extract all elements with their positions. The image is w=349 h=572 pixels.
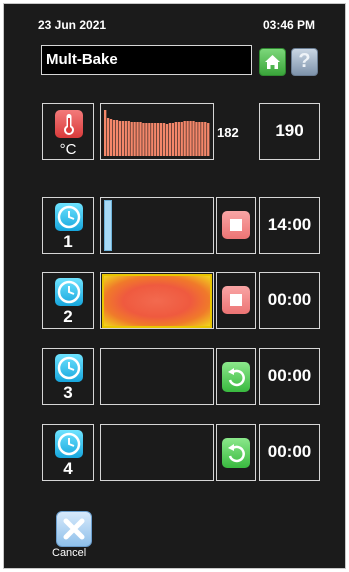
timer-number: 3	[63, 383, 73, 402]
temperature-history-bar	[180, 122, 183, 156]
temperature-history-bar	[145, 123, 148, 156]
timer-1-stop-button[interactable]	[222, 211, 250, 239]
temperature-history-bar	[207, 123, 210, 156]
timer-1-control	[216, 197, 256, 254]
temperature-history-bar	[157, 123, 160, 156]
timer-3-control	[216, 348, 256, 405]
timer-1-label-box: 1	[42, 197, 94, 254]
temperature-history-bar	[115, 120, 119, 156]
timer-time: 00:00	[267, 442, 312, 461]
temperature-history-bar	[183, 121, 186, 156]
timer-number: 2	[63, 307, 73, 326]
temperature-setpoint[interactable]: 190	[259, 103, 320, 160]
timer-progress-fill	[104, 200, 112, 251]
timer-2-progress	[100, 272, 214, 329]
clock-icon	[55, 354, 83, 382]
temperature-history-graph: 182	[100, 103, 239, 160]
temperature-history-bar	[186, 121, 189, 156]
program-name-field[interactable]: Mult-Bake	[41, 45, 252, 75]
restart-icon	[228, 368, 245, 387]
temperature-unit: °C	[59, 141, 77, 158]
timer-4-restart-button[interactable]	[222, 438, 250, 468]
timer-2-control	[216, 272, 256, 329]
temperature-history-bar	[171, 123, 175, 156]
thermometer-icon	[55, 110, 83, 138]
status-date: 23 Jun 2021	[38, 18, 107, 32]
timer-3-progress	[100, 348, 214, 405]
temperature-history-bar	[192, 121, 195, 156]
temperature-history-bar	[168, 123, 172, 156]
status-time: 03:46 PM	[262, 18, 315, 32]
temperature-history-bar	[127, 121, 130, 156]
temperature-history-bar	[159, 123, 163, 156]
temperature-history-bar	[177, 122, 180, 156]
help-button[interactable]: ?	[291, 48, 318, 76]
stop-icon	[230, 219, 242, 231]
timer-2-time[interactable]: 00:00	[259, 272, 320, 329]
clock-icon	[55, 430, 83, 458]
temperature-history-bar	[204, 122, 207, 156]
temperature-history-bar	[124, 121, 127, 156]
stop-icon	[230, 294, 242, 306]
clock-icon	[55, 203, 83, 231]
temperature-history-bar	[118, 121, 122, 156]
temperature-history-bar	[109, 119, 113, 156]
temperature-history-bar	[104, 110, 107, 156]
temperature-history-bar	[198, 122, 201, 156]
timer-3-restart-button[interactable]	[222, 362, 250, 392]
timer-4-label-box: 4	[42, 424, 94, 481]
cancel-icon	[63, 518, 85, 540]
temperature-history-bars	[104, 110, 210, 156]
timer-number: 1	[63, 232, 73, 251]
temperature-history-bar	[154, 123, 157, 156]
temperature-history-bar	[201, 122, 204, 156]
temperature-history-bar	[165, 124, 169, 156]
temperature-label-box: °C	[42, 103, 94, 160]
timer-number: 4	[63, 459, 73, 478]
temperature-history-bar	[121, 121, 125, 156]
timer-2-stop-button[interactable]	[222, 286, 250, 314]
restart-icon	[228, 444, 245, 463]
clock-icon	[55, 278, 83, 306]
timer-1-progress	[100, 197, 214, 254]
temperature-history-bar	[148, 123, 151, 156]
timer-time: 00:00	[267, 290, 312, 309]
temperature-history-bar	[133, 122, 136, 156]
temperature-history-bar	[106, 118, 110, 156]
timer-1-time[interactable]: 14:00	[259, 197, 320, 254]
timer-4-control	[216, 424, 256, 481]
timer-3-time[interactable]: 00:00	[259, 348, 320, 405]
temperature-history-bar	[162, 123, 166, 156]
home-icon	[265, 55, 280, 69]
timer-complete-fill	[102, 274, 212, 328]
help-icon: ?	[298, 50, 311, 72]
temperature-history-bar	[174, 122, 178, 156]
program-name: Mult-Bake	[46, 51, 118, 68]
cancel-button[interactable]	[56, 511, 92, 547]
timer-3-label-box: 3	[42, 348, 94, 405]
temperature-history-bar	[130, 122, 133, 156]
current-temperature: 182	[217, 125, 239, 140]
temperature-history-bar	[195, 122, 198, 156]
temperature-history-bar	[151, 123, 154, 156]
setpoint-value: 190	[275, 121, 304, 140]
timer-4-time[interactable]: 00:00	[259, 424, 320, 481]
timer-2-label-box: 2	[42, 272, 94, 329]
temperature-history-bar	[136, 122, 139, 156]
timer-4-progress	[100, 424, 214, 481]
timer-time: 00:00	[267, 366, 312, 385]
temperature-history-bar	[139, 122, 142, 156]
temperature-history-bar	[112, 120, 116, 156]
cancel-label[interactable]: Cancel	[52, 547, 86, 559]
oven-control-screen: 23 Jun 2021 03:46 PM Mult-Bake ? °C 182 …	[3, 3, 346, 569]
home-button[interactable]	[259, 48, 286, 76]
timer-time: 14:00	[267, 215, 312, 234]
temperature-history-bar	[142, 123, 145, 156]
temperature-history-bar	[189, 121, 192, 156]
